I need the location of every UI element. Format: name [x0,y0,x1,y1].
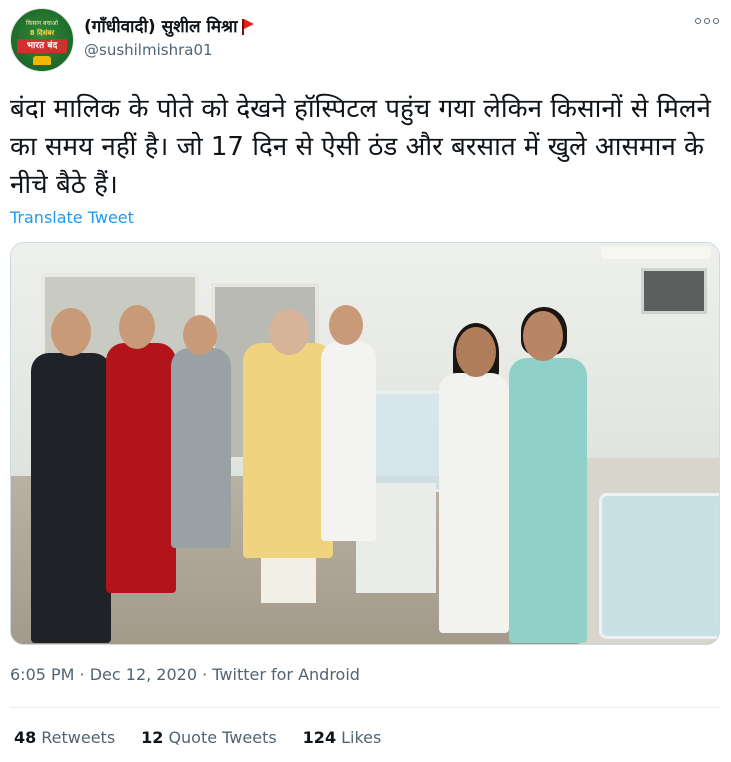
translate-tweet-link[interactable]: Translate Tweet [10,208,134,227]
display-name[interactable]: (गाँधीवादी) सुशील मिश्रा [84,16,237,38]
photo-incubator-2 [599,493,719,639]
user-handle[interactable]: @sushilmishra01 [84,40,254,60]
photo-head-2 [119,305,155,349]
more-icon[interactable] [695,18,719,24]
divider [10,707,721,708]
photo-head-3 [183,315,217,355]
display-name-row[interactable]: (गाँधीवादी) सुशील मिश्रा [84,16,255,38]
photo-head-4 [269,309,309,355]
photo-monitor [641,268,707,314]
likes-count: 124 [302,728,337,747]
retweets-stat[interactable]: 48 Retweets [14,728,115,747]
likes-stat[interactable]: 124 Likes [303,728,382,747]
quote-tweets-label: Quote Tweets [168,728,277,747]
photo-head-7 [523,311,563,361]
flag-icon [242,19,255,35]
quote-tweets-count: 12 [141,728,164,747]
avatar-band-text: भारत बंद [17,39,67,53]
retweets-label: Retweets [41,728,116,747]
avatar-middle-text: 8 दिसंबर [29,29,55,37]
avatar[interactable]: किसान बचाओ 8 दिसंबर भारत बंद [10,8,74,72]
photo-person-2 [106,343,176,593]
tractor-icon [33,56,51,65]
tweet-photo[interactable] [10,242,720,645]
tweet-text: बंदा मालिक के पोते को देखने हॉस्पिटल पहु… [10,94,711,200]
likes-label: Likes [341,728,382,747]
tweet-timestamp[interactable]: 6:05 PM · Dec 12, 2020 · Twitter for And… [10,665,360,684]
user-names: (गाँधीवादी) सुशील मिश्रा @sushilmishra01 [84,16,255,60]
photo-person-6 [439,373,509,633]
tweet-stats: 48 Retweets 12 Quote Tweets 124 Likes [14,728,381,747]
photo-ceiling-light [601,247,711,259]
photo-person-3 [171,348,231,548]
avatar-top-text: किसान बचाओ [26,20,58,27]
quote-tweets-stat[interactable]: 12 Quote Tweets [141,728,277,747]
photo-person-1 [31,353,111,643]
tweet-header: किसान बचाओ 8 दिसंबर भारत बंद (गाँधीवादी)… [10,8,721,72]
photo-head-5 [329,305,363,345]
photo-person-5 [321,341,376,541]
photo-person-4 [243,343,333,558]
photo-head-6 [456,327,496,377]
photo-head-1 [51,308,91,356]
photo-person-7 [509,358,587,643]
retweets-count: 48 [14,728,37,747]
